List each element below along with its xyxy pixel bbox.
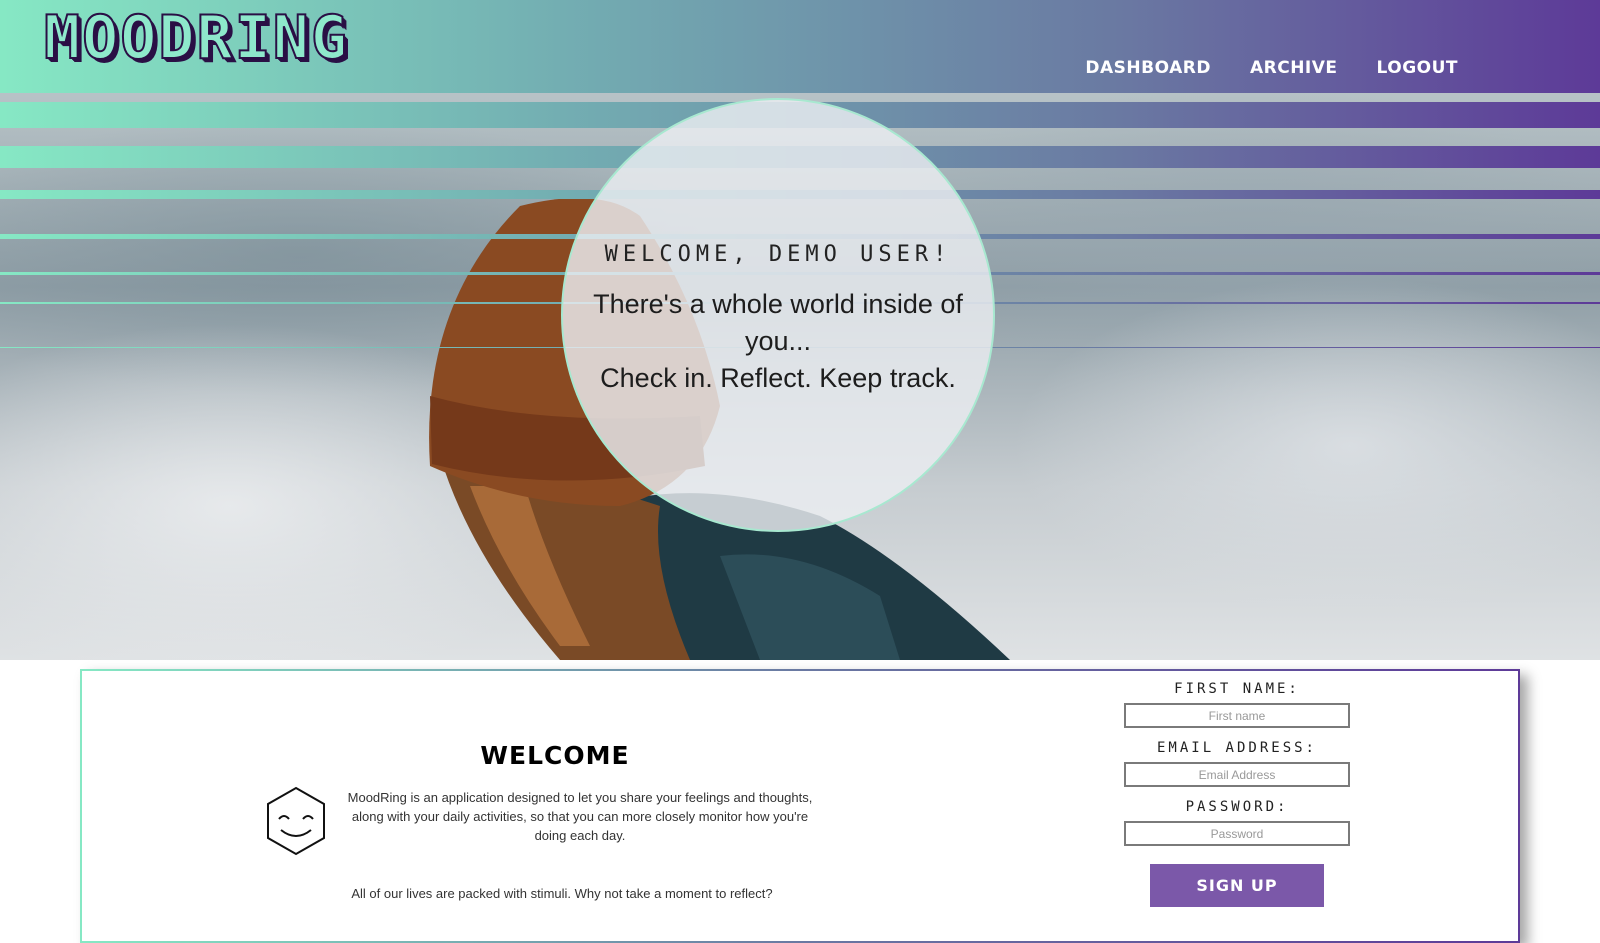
logo[interactable]: MOODRING [43,5,349,71]
nav-archive-link[interactable]: ARCHIVE [1250,58,1338,78]
password-field[interactable] [1124,821,1350,846]
first-name-label: FIRST NAME: [1174,681,1300,697]
email-label: EMAIL ADDRESS: [1156,740,1317,756]
intro-paragraph: MoodRing is an application designed to l… [347,790,813,843]
hero-tagline-line-1: There's a whole world inside of you... [593,289,963,356]
signup-form: FIRST NAME: EMAIL ADDRESS: PASSWORD: SIG… [1122,681,1352,907]
first-name-field[interactable] [1124,703,1350,728]
site-header: MOODRING DASHBOARD ARCHIVE LOGOUT [0,0,1600,86]
nav-dashboard-link[interactable]: DASHBOARD [1085,58,1211,78]
hero-tagline-line-2: Check in. Reflect. Keep track. [600,363,956,393]
greeting-heading: WELCOME, DEMO USER! [604,242,952,267]
password-label: PASSWORD: [1185,799,1289,815]
hero-banner: WELCOME, DEMO USER! There's a whole worl… [0,86,1600,660]
sign-up-button[interactable]: SIGN UP [1150,864,1324,907]
hero-tagline: There's a whole world inside of you... C… [593,286,963,397]
welcome-card: WELCOME MoodRing is an application desig… [80,669,1520,943]
email-field[interactable] [1124,762,1350,787]
main-nav: DASHBOARD ARCHIVE LOGOUT [1085,58,1458,78]
reflect-tagline: All of our lives are packed with stimuli… [351,886,773,901]
nav-logout-link[interactable]: LOGOUT [1377,58,1458,78]
welcome-circle: WELCOME, DEMO USER! There's a whole worl… [561,98,995,532]
welcome-heading: WELCOME [480,741,630,770]
smiley-hexagon-icon [267,786,325,856]
